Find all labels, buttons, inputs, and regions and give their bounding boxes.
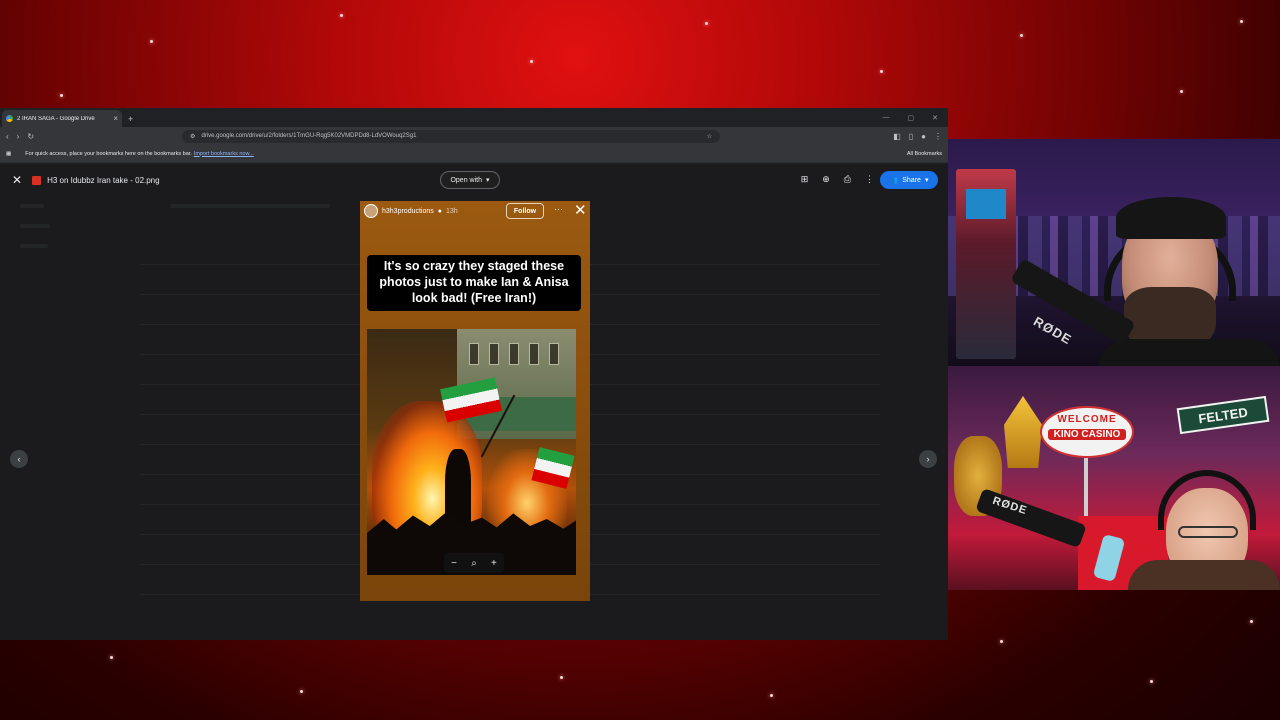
star — [770, 694, 773, 697]
arrow-left-icon[interactable]: ‹ — [10, 450, 28, 468]
star — [1150, 680, 1153, 683]
import-bookmarks-link[interactable]: Import bookmarks now... — [194, 151, 254, 157]
site-info-icon[interactable]: ⚙ — [190, 133, 195, 140]
extension-icon[interactable]: ◧ — [893, 132, 901, 141]
close-icon[interactable]: ✕ — [12, 173, 22, 187]
browser-toolbar: ‹ › ↻ ⚙ drive.google.com/drive/u/2/folde… — [0, 127, 948, 145]
street-sign: FELTED — [1176, 395, 1270, 435]
open-with-label: Open with — [450, 176, 482, 184]
minimize-icon[interactable]: — — [883, 114, 890, 122]
share-label: Share — [902, 176, 921, 184]
url-text: drive.google.com/drive/u/2/folders/1TmGU… — [201, 133, 417, 139]
avatar — [364, 204, 378, 218]
window — [469, 343, 479, 365]
share-button[interactable]: 👥 Share ▾ — [880, 171, 938, 189]
apps-icon[interactable]: ▦ — [6, 151, 11, 157]
tab-google-drive[interactable]: 2 IRAN SAGA - Google Drive × — [2, 110, 122, 127]
star — [150, 40, 153, 43]
mic-brand-label: RØDE — [1031, 313, 1075, 348]
google-drive-icon — [6, 115, 13, 122]
sphinx-statue — [1004, 396, 1042, 468]
file-name: H3 on Idubbz Iran take - 02.png — [47, 175, 160, 185]
tab-strip: 2 IRAN SAGA - Google Drive × + — ▢ ✕ — [0, 108, 948, 127]
tab-title: 2 IRAN SAGA - Google Drive — [17, 115, 95, 122]
chevron-down-icon: ▾ — [486, 177, 490, 184]
zoom-out-icon[interactable]: − — [451, 558, 457, 569]
window-close-icon[interactable]: ✕ — [932, 114, 938, 122]
all-bookmarks-button[interactable]: All Bookmarks — [907, 151, 942, 157]
story-caption: It's so crazy they staged these photos j… — [367, 255, 581, 311]
new-tab-button[interactable]: + — [128, 114, 133, 124]
webcam-host-2: WELCOME KINO CASINO FELTED RØDE — [948, 366, 1280, 590]
story-close-icon: ✕ — [574, 202, 587, 219]
more-icon: ⋯ — [554, 204, 563, 214]
zoom-in-icon[interactable]: + — [491, 558, 497, 569]
window — [509, 343, 519, 365]
star — [110, 656, 113, 659]
host-shirt — [1098, 339, 1280, 366]
star — [1250, 620, 1253, 623]
cap — [1116, 197, 1226, 239]
story-time: 13h — [446, 207, 458, 215]
window — [549, 343, 559, 365]
welcome-sign: WELCOME KINO CASINO — [1040, 406, 1134, 458]
star — [1240, 20, 1243, 23]
casino-text: KINO CASINO — [1048, 429, 1126, 440]
window — [529, 343, 539, 365]
webcam-host-1: RØDE — [948, 139, 1280, 366]
more-icon[interactable]: ⋮ — [865, 174, 874, 185]
star — [1000, 640, 1003, 643]
star — [340, 14, 343, 17]
star — [880, 70, 883, 73]
story-image: h3h3productions ● 13h Follow ⋯ ✕ It's so… — [360, 201, 590, 601]
star — [300, 690, 303, 693]
bookmarks-hint: For quick access, place your bookmarks h… — [25, 150, 192, 157]
image-file-icon — [32, 175, 42, 185]
more-icon[interactable]: ⋮ — [934, 132, 942, 141]
address-bar[interactable]: ⚙ drive.google.com/drive/u/2/folders/1Tm… — [182, 129, 721, 143]
add-to-drive-icon[interactable]: ⊞ — [801, 174, 809, 185]
window — [489, 343, 499, 365]
star — [530, 60, 533, 63]
star — [1020, 34, 1023, 37]
story-username: h3h3productions — [382, 207, 434, 215]
follow-button: Follow — [506, 203, 544, 219]
protest-photo — [367, 329, 576, 575]
star-icon[interactable]: ☆ — [707, 133, 712, 140]
welcome-text: WELCOME — [1057, 414, 1117, 425]
verified-icon: ● — [437, 207, 442, 215]
viewer-actions: ⊞ ⊕ ⎙ ⋮ — [801, 174, 874, 185]
people-icon: 👥 — [889, 177, 899, 184]
tab-close-icon[interactable]: × — [113, 114, 118, 123]
bookmarks-bar: ▦ For quick access, place your bookmarks… — [0, 145, 948, 163]
star — [705, 22, 708, 25]
reload-icon[interactable]: ↻ — [27, 132, 34, 141]
star — [1180, 90, 1183, 93]
open-with-button[interactable]: Open with ▾ — [440, 171, 500, 189]
search-icon[interactable]: ⌕ — [471, 558, 477, 569]
zoom-controls: − ⌕ + — [444, 553, 504, 573]
window-controls: — ▢ ✕ — [883, 114, 949, 127]
arcade-screen — [966, 189, 1006, 219]
profile-icon[interactable]: ● — [921, 132, 926, 141]
sign-pole — [1084, 458, 1088, 518]
host-shirt — [1128, 560, 1280, 590]
comment-icon[interactable]: ⊕ — [822, 174, 830, 185]
toolbar-icons: ◧ ▯ ● ⋮ — [893, 132, 942, 141]
maximize-icon[interactable]: ▢ — [908, 114, 915, 122]
sidebar-icon[interactable]: ▯ — [909, 132, 913, 141]
star — [60, 94, 63, 97]
chevron-down-icon: ▾ — [924, 177, 929, 184]
arrow-right-icon[interactable]: › — [919, 450, 937, 468]
star — [560, 676, 563, 679]
print-icon[interactable]: ⎙ — [844, 174, 851, 185]
glasses — [1178, 526, 1238, 538]
back-icon[interactable]: ‹ — [6, 132, 9, 141]
microphone — [975, 487, 1087, 549]
forward-icon[interactable]: › — [17, 132, 20, 141]
